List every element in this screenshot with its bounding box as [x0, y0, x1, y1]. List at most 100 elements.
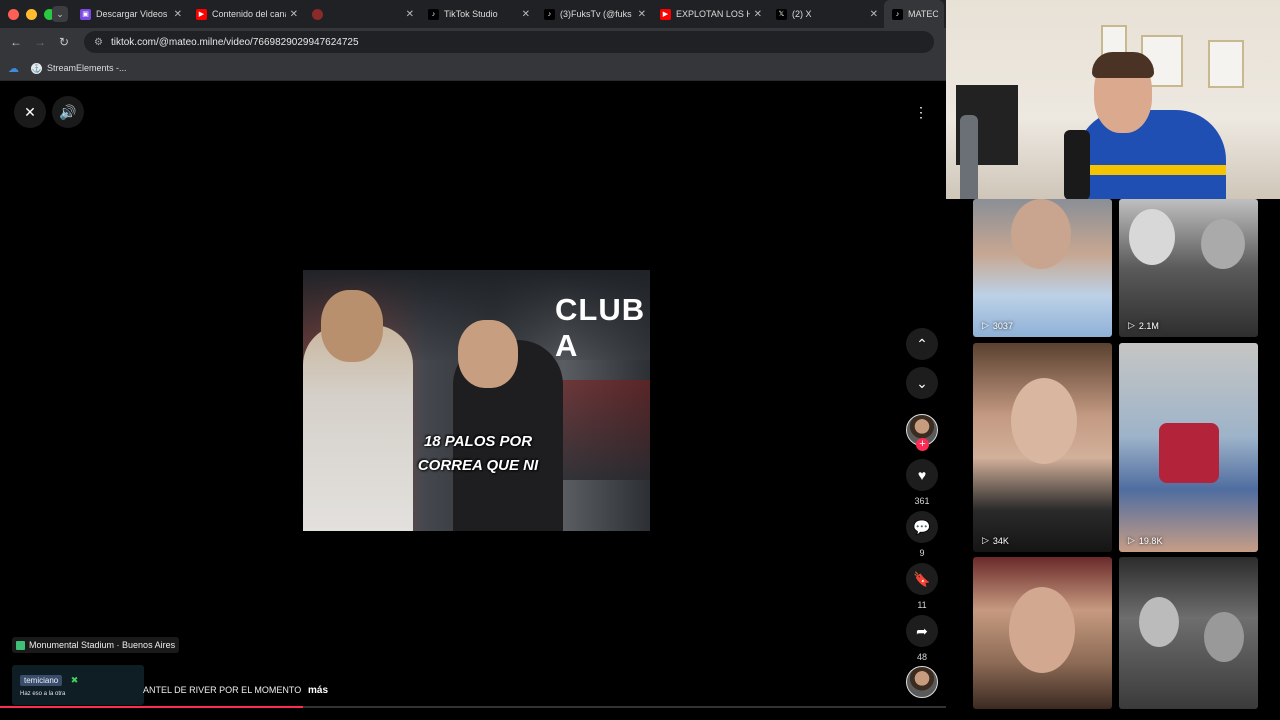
play-icon: ▷	[982, 320, 989, 330]
play-icon: ▷	[982, 535, 989, 545]
address-bar[interactable]: ⚙ tiktok.com/@mateo.milne/video/76698290…	[84, 31, 934, 53]
view-count: ▷ 19.8K	[1128, 535, 1162, 546]
tab-close-icon[interactable]: ✕	[870, 9, 878, 20]
share-button[interactable]: ➦ 48	[906, 615, 938, 662]
previous-video-button[interactable]: ⌃	[906, 328, 938, 360]
tab-search-chevron-icon[interactable]: ⌄	[52, 6, 68, 22]
related-video-thumbnail[interactable]: ▷ 3037	[973, 199, 1112, 337]
location-pin-icon	[16, 640, 25, 650]
webcam-person	[1076, 110, 1226, 199]
chat-message: Haz eso a la otra	[20, 691, 66, 697]
more-link[interactable]: más	[308, 685, 328, 696]
tab-close-icon[interactable]: ✕	[406, 9, 414, 20]
view-count-label: 19.8K	[1138, 535, 1163, 546]
site-settings-icon[interactable]: ⚙	[94, 37, 103, 48]
video-sign-text: CLUB A	[555, 292, 646, 363]
webcam-overlay	[946, 0, 1280, 199]
next-video-button[interactable]: ⌄	[906, 367, 938, 399]
tab-fukstv[interactable]: ♪ (3)FuksTv (@fuks ✕	[536, 0, 652, 28]
related-video-thumbnail[interactable]	[973, 557, 1112, 709]
more-options-icon[interactable]: ⋮	[905, 96, 937, 128]
video-caption: 18 PALOS POR CORREA QUE NI	[398, 430, 558, 478]
bookmark-icon[interactable]: 🔖	[906, 563, 938, 595]
like-button[interactable]: ♥ 361	[906, 459, 938, 506]
tab-close-icon[interactable]: ✕	[638, 9, 646, 20]
webcam-person-hair	[1092, 52, 1154, 78]
caption-line: CORREA QUE NI	[417, 457, 539, 474]
sound-avatar-button[interactable]	[906, 666, 938, 698]
tab-label: TikTok Studio	[444, 9, 498, 19]
tab-mateo-milne[interactable]: ♪ MATEO MIL	[884, 0, 944, 28]
chat-overlay: temiciano ✖ Haz eso a la otra	[12, 665, 144, 705]
tab-label: EXPLOTAN LOS H	[676, 9, 750, 19]
streamelements-icon: ⚓	[31, 62, 42, 74]
creator-avatar-button[interactable]: +	[906, 414, 938, 454]
view-count-label: 3037	[992, 320, 1013, 331]
close-icon[interactable]: ✕	[14, 96, 46, 128]
follow-plus-icon[interactable]: +	[916, 438, 929, 451]
loading-icon	[312, 8, 323, 20]
verified-check-icon: ✖	[70, 675, 79, 685]
x-icon: 𝕏	[776, 8, 787, 20]
tab-label: Descargar Videos	[96, 9, 168, 19]
volume-icon[interactable]: 🔊	[52, 96, 84, 128]
thumb-face	[1204, 612, 1244, 662]
tab-loading[interactable]: ✕	[304, 0, 420, 28]
minimize-window-button[interactable]	[26, 8, 37, 20]
related-video-thumbnail[interactable]	[1119, 557, 1258, 709]
heart-icon[interactable]: ♥	[906, 459, 938, 491]
view-count-label: 2.1M	[1138, 320, 1159, 331]
reload-icon[interactable]: ↻	[52, 35, 76, 49]
related-video-thumbnail[interactable]: ▷ 34K	[973, 343, 1112, 552]
video-person-right-head	[458, 320, 518, 388]
caption-line: 18 PALOS POR	[423, 433, 533, 450]
bookmark-streamelements[interactable]: ⚓ StreamElements -...	[31, 62, 127, 74]
play-icon: ▷	[1128, 535, 1135, 545]
play-icon: ▷	[1128, 320, 1135, 330]
video-frame[interactable]: CLUB A 18 PALOS POR CORREA QUE NI	[303, 270, 650, 531]
tab-close-icon[interactable]: ✕	[522, 9, 530, 20]
location-tag[interactable]: Monumental Stadium · Buenos Aires	[12, 637, 180, 653]
share-arrow-icon[interactable]: ➦	[906, 615, 938, 647]
related-videos-grid: ▷ 3037 ▷ 2.1M ▷ 34K ▷ 19.8K	[946, 199, 1280, 720]
tab-explotan[interactable]: ▶ EXPLOTAN LOS H ✕	[652, 0, 768, 28]
sound-avatar[interactable]	[906, 666, 938, 698]
webcam-shirt-stripe	[1076, 165, 1226, 175]
tab-close-icon[interactable]: ✕	[754, 9, 762, 20]
bookmarks-bar: ☁ ⚓ StreamElements -...	[0, 56, 946, 81]
view-count: ▷ 3037	[982, 320, 1013, 331]
tab-x[interactable]: 𝕏 (2) X ✕	[768, 0, 884, 28]
forward-arrow-icon[interactable]: →	[28, 35, 52, 49]
related-video-thumbnail[interactable]: ▷ 2.1M	[1119, 199, 1258, 337]
tab-close-icon[interactable]: ✕	[290, 9, 298, 20]
related-video-thumbnail[interactable]: ▷ 19.8K	[1119, 343, 1258, 552]
back-arrow-icon[interactable]: ←	[4, 35, 28, 49]
view-count: ▷ 2.1M	[1128, 320, 1159, 331]
save-button[interactable]: 🔖 11	[906, 563, 938, 610]
comment-icon[interactable]: 💬	[906, 511, 938, 543]
download-site-icon: ▣	[80, 8, 91, 20]
chevron-down-icon[interactable]: ⌄	[906, 367, 938, 399]
share-count: 48	[916, 652, 927, 662]
thumb-face	[1201, 219, 1245, 269]
webcam-microphone	[1064, 130, 1090, 199]
tab-contenido-del-canal[interactable]: ▶ Contenido del canal ✕	[188, 0, 304, 28]
video-progress-bar[interactable]	[0, 706, 946, 708]
save-count: 11	[917, 600, 927, 610]
tab-close-icon[interactable]: ✕	[174, 9, 182, 20]
wall-frame	[1208, 40, 1244, 88]
comment-button[interactable]: 💬 9	[906, 511, 938, 558]
tiktok-video-player: ✕ 🔊 ⋮ CLUB A 18 PALOS POR CORREA QUE NI …	[0, 82, 946, 720]
tab-descargar-videos[interactable]: ▣ Descargar Videos ✕	[72, 0, 188, 28]
thumb-face	[1011, 199, 1071, 269]
tab-tiktok-studio[interactable]: ♪ TikTok Studio ✕	[420, 0, 536, 28]
thumb-face	[1011, 378, 1077, 464]
cloud-icon[interactable]: ☁	[8, 62, 19, 75]
webcam-bottle	[960, 115, 978, 199]
close-window-button[interactable]	[8, 8, 19, 20]
chevron-up-icon[interactable]: ⌃	[906, 328, 938, 360]
bookmark-label: StreamElements -...	[47, 63, 127, 73]
view-count: ▷ 34K	[982, 535, 1009, 546]
view-count-label: 34K	[992, 535, 1009, 546]
video-description: ANTEL DE RIVER POR EL MOMENTO	[143, 685, 302, 695]
